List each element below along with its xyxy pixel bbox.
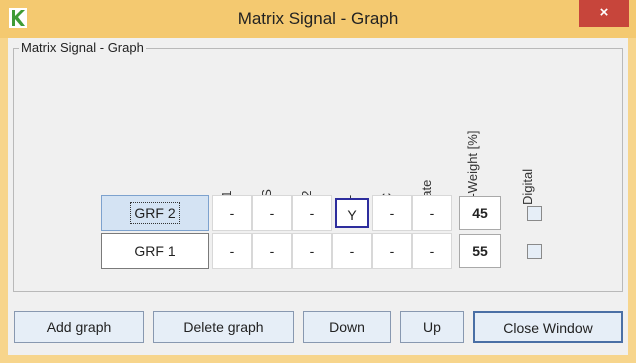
group-box: Matrix Signal - Graph u1 uS u2 iL iC gat… — [13, 40, 623, 292]
matrix-cell[interactable]: - — [412, 233, 452, 269]
graph-row-label: GRF 1 — [134, 243, 176, 259]
matrix-cell[interactable]: - — [412, 195, 452, 231]
matrix-cell[interactable]: - — [332, 233, 372, 269]
close-window-button[interactable]: Close Window — [473, 311, 623, 343]
graph-row-label: GRF 2 — [130, 202, 180, 224]
matrix-cell[interactable]: - — [212, 233, 252, 269]
digital-checkbox[interactable] — [527, 244, 542, 259]
matrix-cell[interactable]: - — [292, 195, 332, 231]
dialog-window: Matrix Signal - Graph × Matrix Signal - … — [0, 0, 636, 363]
client-area: Matrix Signal - Graph u1 uS u2 iL iC gat… — [8, 38, 628, 355]
matrix-cell[interactable]: - — [292, 233, 332, 269]
graph-row-button[interactable]: GRF 2 — [101, 195, 209, 231]
column-header-label: Y-Weight [%] — [465, 130, 480, 205]
group-title: Matrix Signal - Graph — [19, 40, 146, 55]
delete-graph-button[interactable]: Delete graph — [153, 311, 294, 343]
column-header: iL — [334, 145, 374, 205]
column-header: Digital — [515, 145, 555, 205]
down-button[interactable]: Down — [303, 311, 391, 343]
digital-checkbox[interactable] — [527, 206, 542, 221]
graph-row-button[interactable]: GRF 1 — [101, 233, 209, 269]
up-button[interactable]: Up — [400, 311, 464, 343]
column-header-label: Digital — [520, 168, 535, 205]
matrix-cell[interactable]: - — [372, 195, 412, 231]
matrix-cell[interactable]: - — [252, 195, 292, 231]
y-weight-field[interactable]: 45 — [459, 196, 501, 230]
y-weight-field[interactable]: 55 — [459, 234, 501, 268]
matrix-cell[interactable]: Y — [335, 198, 369, 228]
matrix-cell[interactable]: - — [372, 233, 412, 269]
matrix-cell[interactable]: - — [252, 233, 292, 269]
add-graph-button[interactable]: Add graph — [14, 311, 144, 343]
close-icon[interactable]: × — [579, 0, 629, 27]
window-title: Matrix Signal - Graph — [237, 9, 399, 28]
title-bar[interactable]: Matrix Signal - Graph × — [0, 0, 636, 38]
matrix-cell[interactable]: - — [212, 195, 252, 231]
